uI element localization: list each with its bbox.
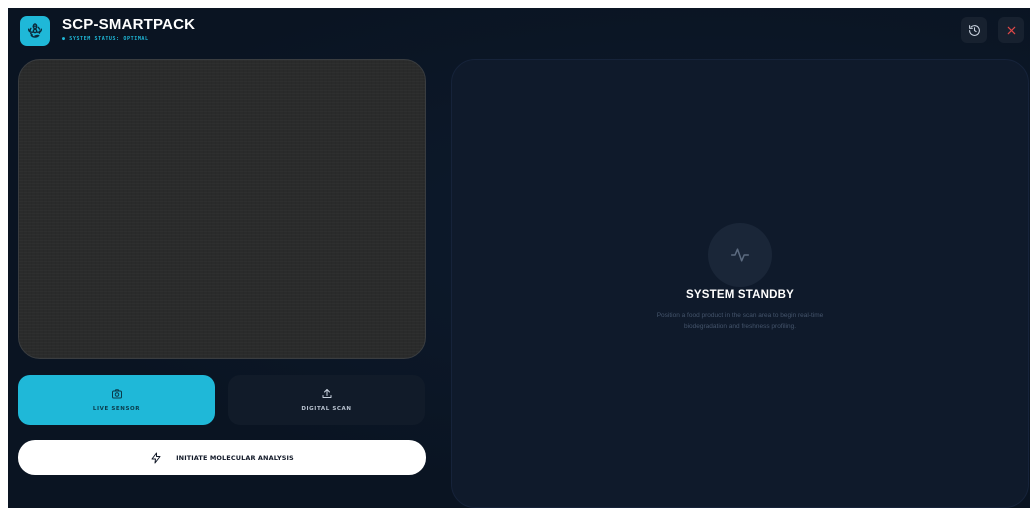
camera-icon	[111, 389, 122, 399]
close-button[interactable]	[998, 17, 1024, 43]
upload-icon	[322, 389, 331, 398]
live-sensor-button[interactable]: LIVE SENSOR	[18, 375, 215, 425]
digital-scan-button[interactable]: DIGITAL SCAN	[228, 375, 425, 425]
digital-scan-label: DIGITAL SCAN	[301, 406, 352, 412]
history-button[interactable]	[961, 17, 987, 43]
biohazard-icon	[28, 23, 42, 38]
bolt-icon	[151, 452, 161, 463]
logo	[20, 16, 50, 46]
standby-description: Position a food product in the scan area…	[656, 312, 824, 330]
app-title: SCP-SMARTPACK	[62, 16, 196, 33]
app-window: SCP-SMARTPACK ● SYSTEM STATUS: OPTIMAL L…	[8, 8, 1030, 508]
close-icon	[1007, 26, 1015, 34]
initiate-analysis-label: INITIATE MOLECULAR ANALYSIS	[176, 453, 294, 462]
pulse-icon	[730, 248, 750, 262]
standby-indicator	[708, 223, 772, 287]
camera-viewport[interactable]	[18, 59, 426, 359]
standby-title: SYSTEM STANDBY	[685, 289, 794, 301]
history-icon	[968, 24, 980, 36]
system-status: ● SYSTEM STATUS: OPTIMAL	[62, 36, 149, 42]
initiate-analysis-button[interactable]: INITIATE MOLECULAR ANALYSIS	[18, 440, 426, 475]
live-sensor-label: LIVE SENSOR	[92, 406, 141, 412]
results-panel: SYSTEM STANDBY Position a food product i…	[451, 59, 1029, 508]
